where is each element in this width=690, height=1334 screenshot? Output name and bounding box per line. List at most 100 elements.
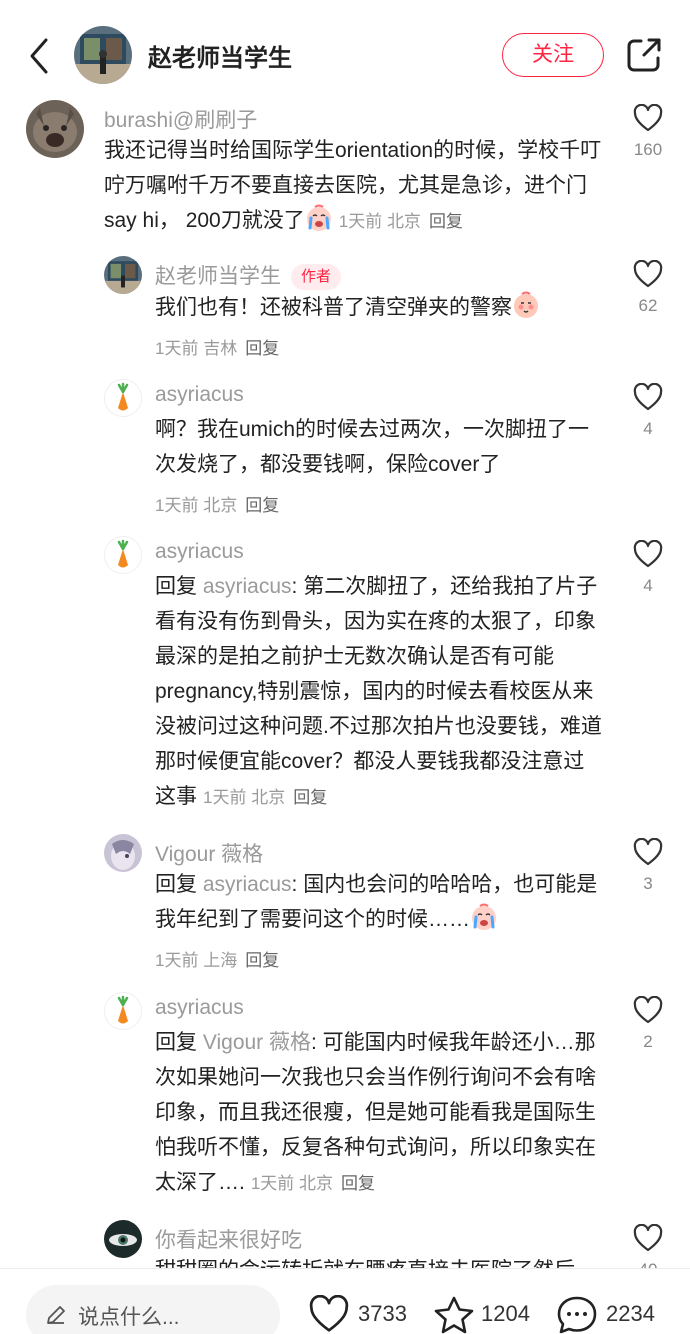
comment-username[interactable]: asyriacus: [155, 383, 244, 407]
comment-text: : 可能国内时候我年龄还小…那次如果她问一次我也只会当作例行询问不会有啥印象，而…: [155, 1031, 596, 1194]
shy-face-emoji: [514, 291, 538, 318]
heart-icon: [633, 260, 663, 288]
collect-total: 1204: [481, 1301, 530, 1326]
comment-meta: 1天前 北京 回复: [339, 212, 463, 231]
comment-time: 1天前: [155, 339, 199, 358]
comment-button[interactable]: 2234: [556, 1295, 666, 1334]
like-button[interactable]: 160: [620, 104, 676, 160]
comment-meta: 1天前 北京 回复: [251, 1174, 375, 1193]
comment-location: 北京: [299, 1174, 334, 1193]
comment-text: 甜甜圈的命运转折就在腰疼直接去医院了然后: [155, 1253, 605, 1268]
comment-username[interactable]: asyriacus: [155, 540, 244, 564]
comment-time: 1天前: [250, 1174, 295, 1193]
share-icon[interactable]: [625, 36, 663, 74]
input-placeholder: 说点什么...: [78, 1306, 180, 1329]
comment-text: 啊？我在umich的时候去过两次，一次脚扭了一次发烧了，都没要钱啊，保险cove…: [155, 418, 590, 476]
reply-button[interactable]: 回复: [245, 339, 279, 358]
author-name[interactable]: 赵老师当学生: [148, 38, 292, 73]
like-button[interactable]: 2: [620, 996, 676, 1052]
comment-time: 1天前: [155, 951, 199, 970]
reply-button[interactable]: 回复: [341, 1174, 375, 1193]
reply-to-username[interactable]: asyriacus: [203, 575, 292, 598]
heart-icon: [633, 104, 663, 132]
crying-face-emoji: [472, 903, 496, 930]
reply-button[interactable]: 回复: [293, 788, 327, 807]
comment-bubble-icon: [557, 1296, 597, 1334]
reply-prefix: 回复: [155, 873, 197, 896]
heart-icon: [633, 838, 663, 866]
comment-meta: 1天前 吉林 回复: [155, 334, 279, 359]
carrot-icon[interactable]: [104, 536, 142, 574]
avatar[interactable]: [104, 256, 142, 294]
reply-to-username[interactable]: asyriacus: [203, 873, 292, 896]
like-post-button[interactable]: 3733: [308, 1295, 413, 1334]
like-count: 160: [633, 140, 663, 159]
comment-time: 1天前: [203, 788, 247, 807]
comment-text-block: 回复 asyriacus: 第二次脚扭了，还给我拍了片子看有没有伤到骨头，因为实…: [155, 569, 605, 815]
top-navbar: 赵老师当学生 关注: [0, 0, 690, 100]
comment-text-block: 我还记得当时给国际学生orientation的时候，学校千叮咛万嘱咐千万不要直接…: [104, 133, 604, 239]
like-count: 3: [643, 874, 653, 893]
comment-location: 吉林: [203, 339, 238, 358]
reply-button[interactable]: 回复: [245, 951, 279, 970]
heart-icon: [633, 996, 663, 1024]
like-count: 2: [643, 1032, 653, 1051]
carrot-icon[interactable]: [104, 992, 142, 1030]
back-arrow-icon[interactable]: [26, 36, 54, 76]
comment-text-block: 回复 Vigour 薇格: 可能国内时候我年龄还小…那次如果她问一次我也只会当作…: [155, 1025, 605, 1201]
comment-time: 1天前: [338, 212, 383, 231]
comment-username[interactable]: 你看起来很好吃: [155, 1224, 302, 1254]
heart-icon: [633, 540, 663, 568]
comment-meta: 1天前 上海 回复: [155, 946, 279, 971]
heart-icon: [633, 1224, 663, 1252]
heart-icon: [309, 1295, 349, 1332]
like-count: 4: [643, 419, 653, 438]
author-badge: 作者: [291, 264, 342, 290]
carrot-icon[interactable]: [104, 379, 142, 417]
heart-icon: [633, 383, 663, 411]
comment-location: 北京: [203, 496, 238, 515]
comment-total: 2234: [606, 1301, 655, 1326]
like-button[interactable]: 3: [620, 838, 676, 894]
avatar[interactable]: [104, 1220, 142, 1258]
like-total: 3733: [358, 1301, 407, 1326]
star-icon: [434, 1296, 474, 1334]
follow-button[interactable]: 关注: [502, 33, 604, 77]
reply-prefix: 回复: [155, 575, 197, 598]
comment-meta: 1天前 北京 回复: [155, 491, 279, 516]
author-avatar[interactable]: [74, 26, 132, 84]
comment-username[interactable]: Vigour 薇格: [155, 838, 263, 868]
comment-time: 1天前: [155, 496, 199, 515]
like-count: 4: [643, 576, 653, 595]
reply-button[interactable]: 回复: [429, 212, 463, 231]
comment-meta: 1天前 北京 回复: [203, 788, 327, 807]
avatar[interactable]: [104, 834, 142, 872]
comment-text-block: 回复 asyriacus: 国内也会问的哈哈哈，也可能是我年纪到了需要问这个的时…: [155, 867, 605, 937]
like-button[interactable]: 4: [620, 383, 676, 439]
comment-location: 北京: [251, 788, 286, 807]
like-count: 40: [620, 1260, 676, 1268]
like-button[interactable]: 40: [620, 1224, 676, 1268]
comment-username: 赵老师当学生 作者: [155, 260, 342, 290]
crying-face-emoji: [306, 204, 331, 231]
reply-prefix: 回复: [155, 1031, 197, 1054]
comment-username[interactable]: asyriacus: [155, 996, 244, 1020]
comment-input[interactable]: 说点什么...: [26, 1285, 280, 1334]
comment-text: 我们也有！还被科普了清空弹夹的警察: [155, 296, 512, 319]
pencil-icon: [47, 1306, 65, 1324]
avatar[interactable]: [26, 100, 84, 158]
comment-text: : 第二次脚扭了，还给我拍了片子看有没有伤到骨头，因为实在疼的太狠了，印象最深的…: [155, 575, 602, 808]
like-button[interactable]: 4: [620, 540, 676, 596]
reply-to-username[interactable]: Vigour 薇格: [203, 1031, 311, 1054]
comment-item: 你看起来很好吃 甜甜圈的命运转折就在腰疼直接去医院了然后 40: [0, 1220, 690, 1268]
like-count: 62: [638, 296, 658, 315]
like-button[interactable]: 62: [620, 260, 676, 316]
comment-username[interactable]: burashi@刷刷子: [104, 104, 257, 134]
collect-button[interactable]: 1204: [433, 1295, 538, 1334]
comment-location: 上海: [203, 951, 238, 970]
reply-button[interactable]: 回复: [245, 496, 279, 515]
reply-username[interactable]: 赵老师当学生: [155, 265, 281, 288]
comment-text-block: 我们也有！还被科普了清空弹夹的警察: [155, 290, 605, 325]
comment-location: 北京: [386, 212, 421, 231]
bottom-action-bar: 说点什么... 3733 1204 2234: [0, 1268, 690, 1334]
